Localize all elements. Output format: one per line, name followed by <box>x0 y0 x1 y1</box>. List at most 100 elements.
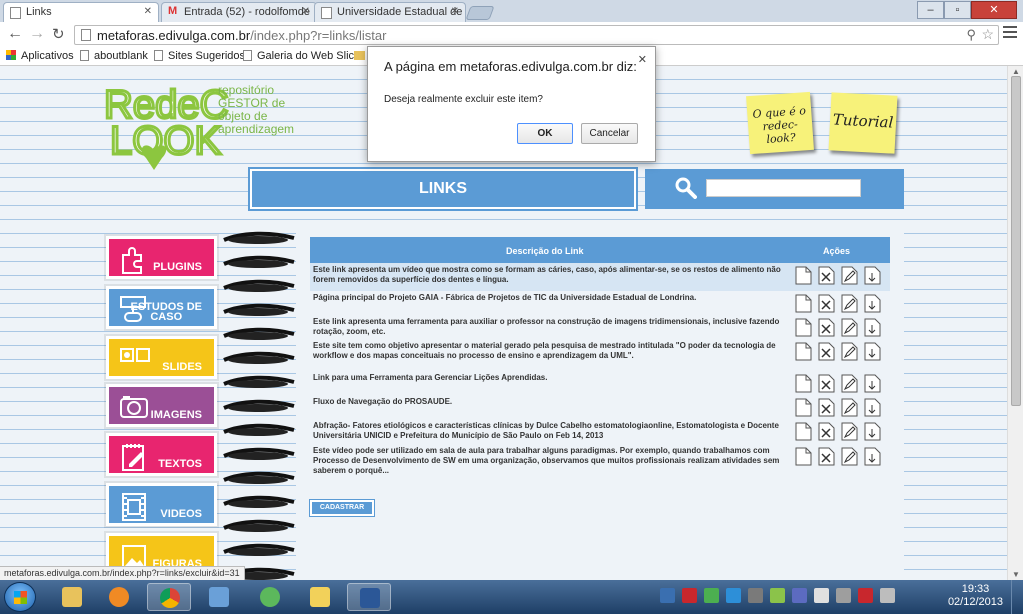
show-desktop-button[interactable] <box>1011 580 1023 614</box>
close-icon[interactable]: ✕ <box>302 6 310 17</box>
link-description: Este link apresenta uma ferramenta para … <box>313 317 780 336</box>
search-icon[interactable]: ⚲ <box>966 27 976 43</box>
clock[interactable]: 19:33 02/12/2013 <box>948 583 1003 609</box>
edit-icon[interactable] <box>839 265 859 285</box>
menu-button-estudos-de-caso[interactable]: ESTUDOS DE CASO <box>106 286 217 329</box>
edit-icon[interactable] <box>839 373 859 393</box>
back-icon[interactable]: ← <box>7 25 23 43</box>
delete-icon[interactable] <box>816 373 836 393</box>
taskbar-paint[interactable] <box>298 583 342 611</box>
edit-icon[interactable] <box>839 397 859 417</box>
start-button[interactable] <box>4 582 36 612</box>
scroll-down-icon[interactable]: ▼ <box>1012 570 1020 579</box>
view-icon[interactable] <box>793 421 813 441</box>
scrollbar-thumb[interactable] <box>1011 76 1021 406</box>
delete-icon[interactable] <box>816 341 836 361</box>
bookmark-sites-sugeridos[interactable]: Sites Sugeridos <box>154 50 245 62</box>
close-icon[interactable]: ✕ <box>638 53 647 66</box>
taskbar-explorer[interactable] <box>50 583 94 611</box>
taskbar-network[interactable] <box>248 583 292 611</box>
tab-links[interactable]: Links ✕ <box>3 2 159 22</box>
view-icon[interactable] <box>793 373 813 393</box>
view-icon[interactable] <box>793 446 813 466</box>
tab-gmail[interactable]: M Entrada (52) - rodolfomde ✕ <box>161 2 317 22</box>
edit-icon[interactable] <box>839 317 859 337</box>
delete-icon[interactable] <box>816 446 836 466</box>
search-icon[interactable] <box>675 177 697 199</box>
menu-icon[interactable] <box>1003 26 1017 40</box>
shield-icon[interactable] <box>660 588 675 603</box>
cancel-button[interactable]: Cancelar <box>581 123 638 144</box>
delete-icon[interactable] <box>816 265 836 285</box>
tray-app-icon[interactable] <box>792 588 807 603</box>
delete-icon[interactable] <box>816 421 836 441</box>
edit-icon[interactable] <box>839 341 859 361</box>
close-window-button[interactable]: ✕ <box>971 1 1017 19</box>
edit-icon[interactable] <box>839 421 859 441</box>
new-tab-button[interactable] <box>465 6 495 20</box>
view-icon[interactable] <box>793 341 813 361</box>
vertical-scrollbar[interactable]: ▲ ▼ <box>1007 66 1023 580</box>
close-icon[interactable]: ✕ <box>451 6 459 17</box>
cadastrar-button[interactable]: CADASTRAR <box>309 499 375 517</box>
taskbar-media-player[interactable] <box>97 583 141 611</box>
bookmark-folder[interactable] <box>354 50 365 62</box>
menu-button-imagens[interactable]: IMAGENS <box>106 384 217 427</box>
download-icon[interactable] <box>862 373 882 393</box>
bookmark-galeria-web-slice[interactable]: Galeria do Web Slice <box>243 50 360 62</box>
tray-app-icon[interactable] <box>770 588 785 603</box>
view-icon[interactable] <box>793 293 813 313</box>
ok-button[interactable]: OK <box>517 123 573 144</box>
delete-icon[interactable] <box>816 317 836 337</box>
search-input[interactable] <box>706 179 861 197</box>
download-icon[interactable] <box>862 446 882 466</box>
tray-app-icon[interactable] <box>704 588 719 603</box>
network-status-icon[interactable] <box>836 588 851 603</box>
scroll-up-icon[interactable]: ▲ <box>1012 67 1020 76</box>
volume-icon[interactable] <box>880 588 895 603</box>
download-icon[interactable] <box>862 317 882 337</box>
row-actions <box>793 341 882 361</box>
menu-button-videos[interactable]: VIDEOS <box>106 483 217 526</box>
delete-icon[interactable] <box>816 397 836 417</box>
edit-icon[interactable] <box>839 293 859 313</box>
menu-button-slides[interactable]: SLIDES <box>106 336 217 379</box>
delete-icon[interactable] <box>816 293 836 313</box>
taskbar-word[interactable] <box>347 583 391 611</box>
sticky-note-tutorial[interactable]: Tutorial <box>828 92 898 154</box>
table-row: Este vídeo pode ser utilizado em sala de… <box>310 444 890 476</box>
folder-icon <box>354 51 365 60</box>
taskbar-chrome[interactable] <box>147 583 191 611</box>
tab-universidade[interactable]: Universidade Estadual de L ✕ <box>314 2 466 22</box>
download-icon[interactable] <box>862 341 882 361</box>
tray-app-icon[interactable] <box>858 588 873 603</box>
tray-app-icon[interactable] <box>726 588 741 603</box>
view-icon[interactable] <box>793 265 813 285</box>
download-icon[interactable] <box>862 265 882 285</box>
address-bar[interactable]: metaforas.edivulga.com.br/index.php?r=li… <box>74 25 999 45</box>
download-icon[interactable] <box>862 397 882 417</box>
minimize-button[interactable]: – <box>917 1 944 19</box>
download-icon[interactable] <box>862 421 882 441</box>
bookmark-aplicativos[interactable]: Aplicativos <box>6 50 74 62</box>
close-icon[interactable]: ✕ <box>144 6 152 17</box>
menu-button-plugins[interactable]: PLUGINS <box>106 236 217 279</box>
tray-app-icon[interactable] <box>748 588 763 603</box>
table-row: Abfração- Fatores etiológicos e caracter… <box>310 419 890 444</box>
acrobat-icon[interactable] <box>682 588 697 603</box>
edit-icon[interactable] <box>839 446 859 466</box>
page-icon <box>80 50 89 61</box>
taskbar-remote-desktop[interactable] <box>197 583 241 611</box>
page-icon <box>154 50 163 61</box>
bookmark-star-icon[interactable]: ☆ <box>981 26 994 43</box>
bookmark-aboutblank[interactable]: aboutblank <box>80 50 148 62</box>
download-icon[interactable] <box>862 293 882 313</box>
maximize-button[interactable]: ▫ <box>944 1 971 19</box>
sticky-note-about[interactable]: O que é o redec-look? <box>746 91 814 155</box>
menu-button-textos[interactable]: TEXTOS <box>106 433 217 476</box>
view-icon[interactable] <box>793 317 813 337</box>
flag-icon[interactable] <box>814 588 829 603</box>
view-icon[interactable] <box>793 397 813 417</box>
reload-icon[interactable]: ↻ <box>52 25 65 43</box>
forward-icon[interactable]: → <box>29 25 45 43</box>
